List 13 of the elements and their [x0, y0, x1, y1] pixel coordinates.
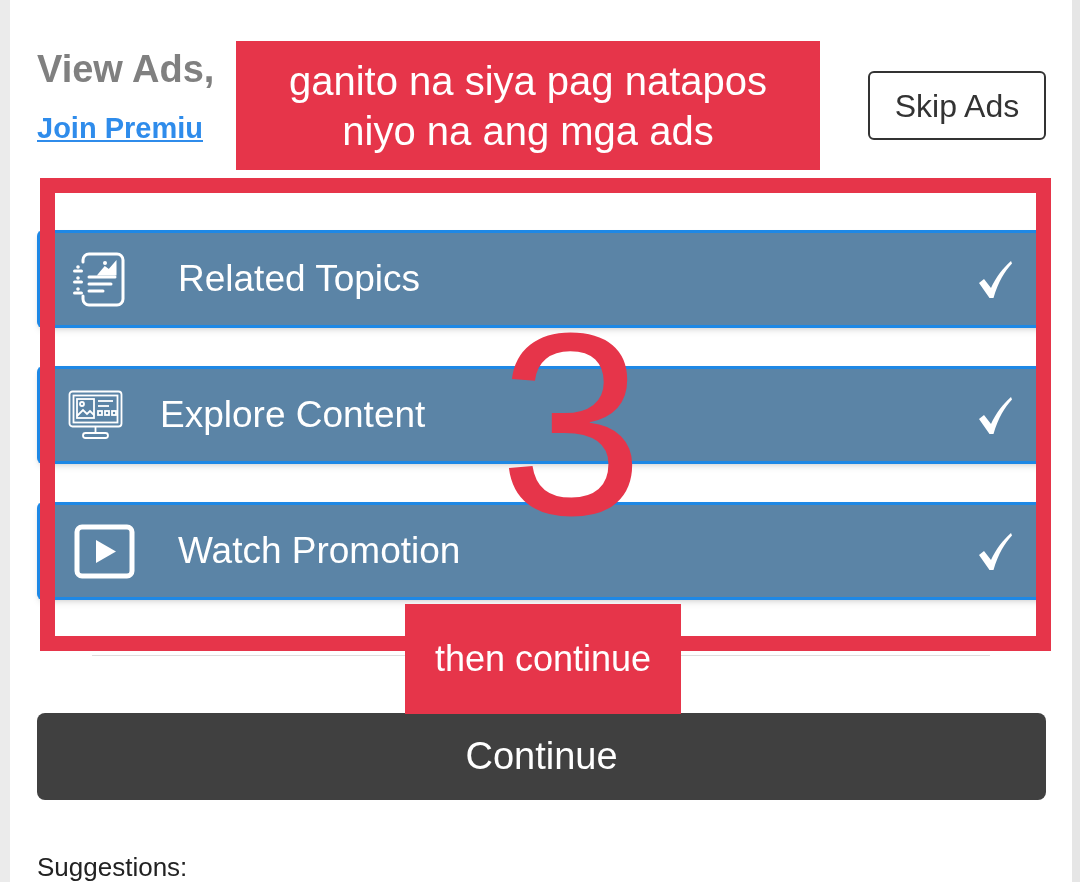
- page-title: View Ads,: [37, 49, 215, 89]
- task-label: Watch Promotion: [178, 529, 461, 573]
- skip-ads-button[interactable]: Skip Ads: [868, 71, 1046, 140]
- play-icon: [74, 523, 135, 579]
- task-label: Explore Content: [160, 393, 426, 437]
- suggestions-label: Suggestions:: [37, 852, 188, 882]
- annotation-caption: ganito na siya pag natapos niyo na ang mga ads: [236, 41, 820, 170]
- continue-button[interactable]: Continue: [37, 713, 1046, 800]
- monitor-icon: [68, 390, 123, 440]
- task-label: Related Topics: [178, 257, 421, 301]
- annotation-note: then continue: [405, 604, 681, 714]
- premium-link[interactable]: Join Premiu: [37, 110, 203, 146]
- list-chart-icon: [73, 251, 125, 307]
